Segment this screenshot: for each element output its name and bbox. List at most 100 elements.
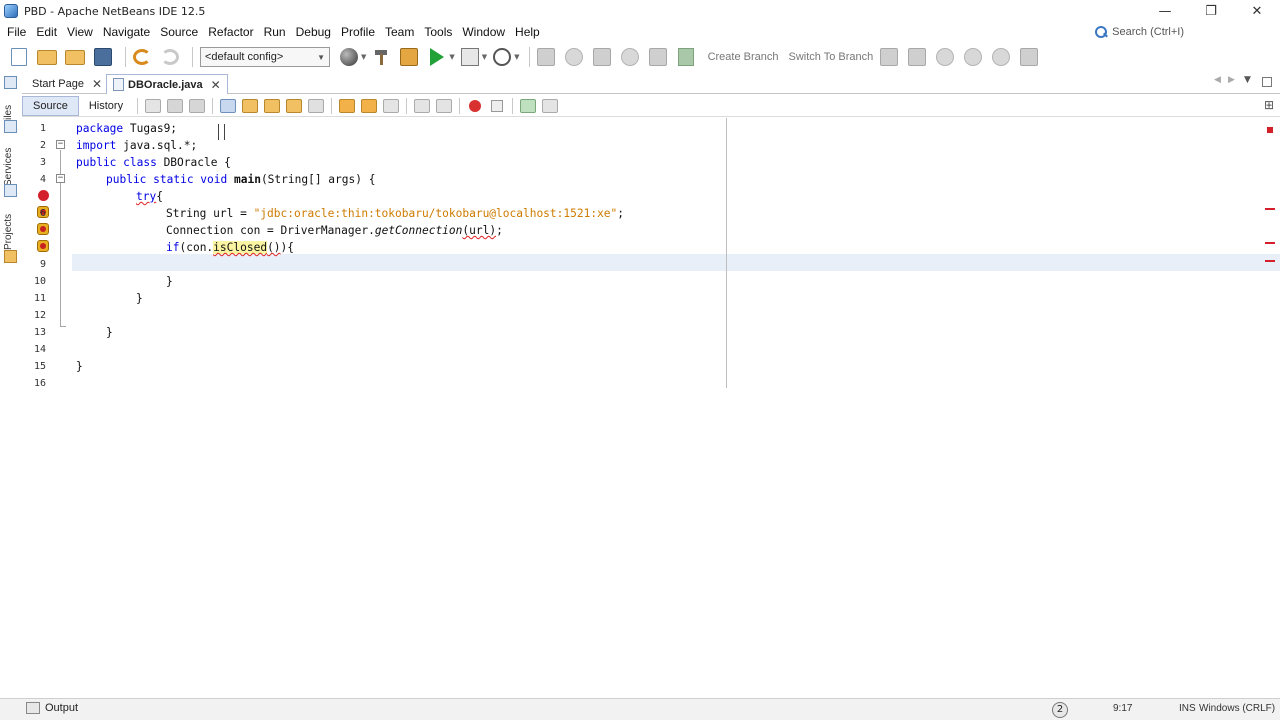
- chevron-down-icon[interactable]: ▼: [482, 53, 487, 61]
- quick-search[interactable]: Search (Ctrl+I): [1094, 23, 1184, 41]
- find-previous-icon[interactable]: [242, 98, 259, 113]
- new-file-button[interactable]: [8, 46, 30, 68]
- config-dropdown[interactable]: <default config> ▼: [200, 47, 330, 67]
- menu-navigate[interactable]: Navigate: [98, 25, 155, 39]
- git-fetch-button[interactable]: [591, 46, 613, 68]
- git-commit-button[interactable]: [535, 46, 557, 68]
- uncomment-icon[interactable]: [542, 98, 559, 113]
- services-icon[interactable]: [4, 184, 17, 197]
- menu-refactor[interactable]: Refactor: [203, 25, 258, 39]
- chevron-down-icon[interactable]: ▼: [361, 53, 366, 61]
- toggle-highlight-icon[interactable]: [286, 98, 303, 113]
- git-diff-button[interactable]: [563, 46, 585, 68]
- warning-icon[interactable]: [37, 223, 49, 235]
- profile-button[interactable]: [491, 46, 513, 68]
- build-button[interactable]: [370, 46, 392, 68]
- files-icon[interactable]: [4, 120, 17, 133]
- git-tag-button[interactable]: [1018, 46, 1040, 68]
- shift-right-icon[interactable]: [436, 98, 453, 113]
- comment-icon[interactable]: [520, 98, 537, 113]
- menu-edit[interactable]: Edit: [31, 25, 62, 39]
- side-tab-projects[interactable]: Projects: [3, 206, 19, 250]
- side-tab-services[interactable]: Services: [3, 142, 19, 186]
- error-mark[interactable]: [1265, 260, 1275, 262]
- chevron-down-icon[interactable]: ▼: [514, 53, 519, 61]
- warning-icon[interactable]: [37, 240, 49, 252]
- menu-view[interactable]: View: [62, 25, 98, 39]
- toolbar-separator: [459, 97, 461, 114]
- line-number-gutter: 1 2 3 4 6 9 10 11 12 13 14 15 16: [22, 118, 50, 696]
- find-next-icon[interactable]: [264, 98, 281, 113]
- chevron-down-icon[interactable]: ▼: [449, 53, 454, 61]
- close-button[interactable]: ✕: [1234, 0, 1280, 22]
- menu-profile[interactable]: Profile: [336, 25, 380, 39]
- menu-source[interactable]: Source: [155, 25, 203, 39]
- error-mark[interactable]: [1265, 208, 1275, 210]
- chevron-left-icon[interactable]: ◀: [1214, 75, 1221, 85]
- git-sync-button[interactable]: [990, 46, 1012, 68]
- forward-icon[interactable]: [189, 98, 206, 113]
- split-editor-icon[interactable]: ⊞: [1264, 98, 1274, 112]
- previous-bookmark-icon[interactable]: [339, 98, 356, 113]
- stop-macro-icon[interactable]: [491, 99, 504, 112]
- chevron-right-icon[interactable]: ▶: [1228, 75, 1235, 85]
- toggle-selection-icon[interactable]: [308, 98, 325, 113]
- menu-run[interactable]: Run: [259, 25, 291, 39]
- source-tab[interactable]: Source: [22, 95, 79, 116]
- switch-branch-button[interactable]: Switch To Branch: [789, 51, 874, 63]
- toolbar-separator: [331, 97, 333, 114]
- menu-tools[interactable]: Tools: [419, 25, 457, 39]
- shift-left-icon[interactable]: [414, 98, 431, 113]
- code-text-area[interactable]: package Tugas9; import java.sql.*; publi…: [72, 118, 1272, 696]
- code-editor[interactable]: 1 2 3 4 6 9 10 11 12 13 14 15 16 − − pac…: [22, 118, 1280, 696]
- undo-button[interactable]: [131, 46, 153, 68]
- git-stash-button[interactable]: [619, 46, 641, 68]
- close-icon[interactable]: ✕: [92, 77, 102, 91]
- back-icon[interactable]: [167, 98, 184, 113]
- last-edit-icon[interactable]: [145, 98, 162, 113]
- notifications-badge[interactable]: 2: [1052, 702, 1068, 718]
- restore-button[interactable]: ❐: [1188, 0, 1234, 22]
- new-project-button[interactable]: [36, 46, 58, 68]
- projects-icon[interactable]: [4, 250, 17, 263]
- git-branch-button[interactable]: [675, 46, 697, 68]
- open-project-button[interactable]: [64, 46, 86, 68]
- next-bookmark-icon[interactable]: [361, 98, 378, 113]
- toggle-bookmark-icon[interactable]: [383, 98, 400, 113]
- search-input[interactable]: Search (Ctrl+I): [1112, 26, 1184, 38]
- fold-toggle[interactable]: −: [56, 140, 65, 149]
- menu-team[interactable]: Team: [380, 25, 419, 39]
- find-selection-icon[interactable]: [220, 98, 237, 113]
- output-panel-button[interactable]: Output: [26, 702, 78, 714]
- clean-build-button[interactable]: [398, 46, 420, 68]
- redo-button[interactable]: [159, 46, 181, 68]
- error-icon[interactable]: [38, 190, 49, 201]
- fold-toggle[interactable]: −: [56, 174, 65, 183]
- panel-icon[interactable]: [4, 76, 17, 89]
- menu-window[interactable]: Window: [457, 25, 510, 39]
- debug-button[interactable]: [459, 46, 481, 68]
- error-summary-icon[interactable]: [1267, 127, 1273, 133]
- tab-start-page[interactable]: Start Page ✕: [26, 74, 108, 94]
- menu-file[interactable]: File: [2, 25, 31, 39]
- error-stripe[interactable]: [1264, 118, 1276, 696]
- start-macro-icon[interactable]: [469, 99, 482, 112]
- minimize-button[interactable]: —: [1142, 0, 1188, 22]
- error-mark[interactable]: [1265, 242, 1275, 244]
- chevron-down-icon[interactable]: ▼: [1244, 75, 1251, 85]
- run-button[interactable]: [426, 46, 448, 68]
- git-history-button[interactable]: [647, 46, 669, 68]
- menu-help[interactable]: Help: [510, 25, 545, 39]
- git-merge-button[interactable]: [878, 46, 900, 68]
- git-fetch-remote-button[interactable]: [962, 46, 984, 68]
- save-all-button[interactable]: [92, 46, 114, 68]
- close-icon[interactable]: ✕: [211, 78, 221, 92]
- tab-dboracle-java[interactable]: DBOracle.java ✕: [106, 74, 228, 94]
- git-pull-button[interactable]: [906, 46, 928, 68]
- maximize-icon[interactable]: [1262, 77, 1272, 87]
- menu-debug[interactable]: Debug: [291, 25, 336, 39]
- create-branch-button[interactable]: Create Branch: [708, 51, 779, 63]
- globe-button[interactable]: [338, 46, 360, 68]
- history-tab[interactable]: History: [79, 96, 133, 116]
- git-push-button[interactable]: [934, 46, 956, 68]
